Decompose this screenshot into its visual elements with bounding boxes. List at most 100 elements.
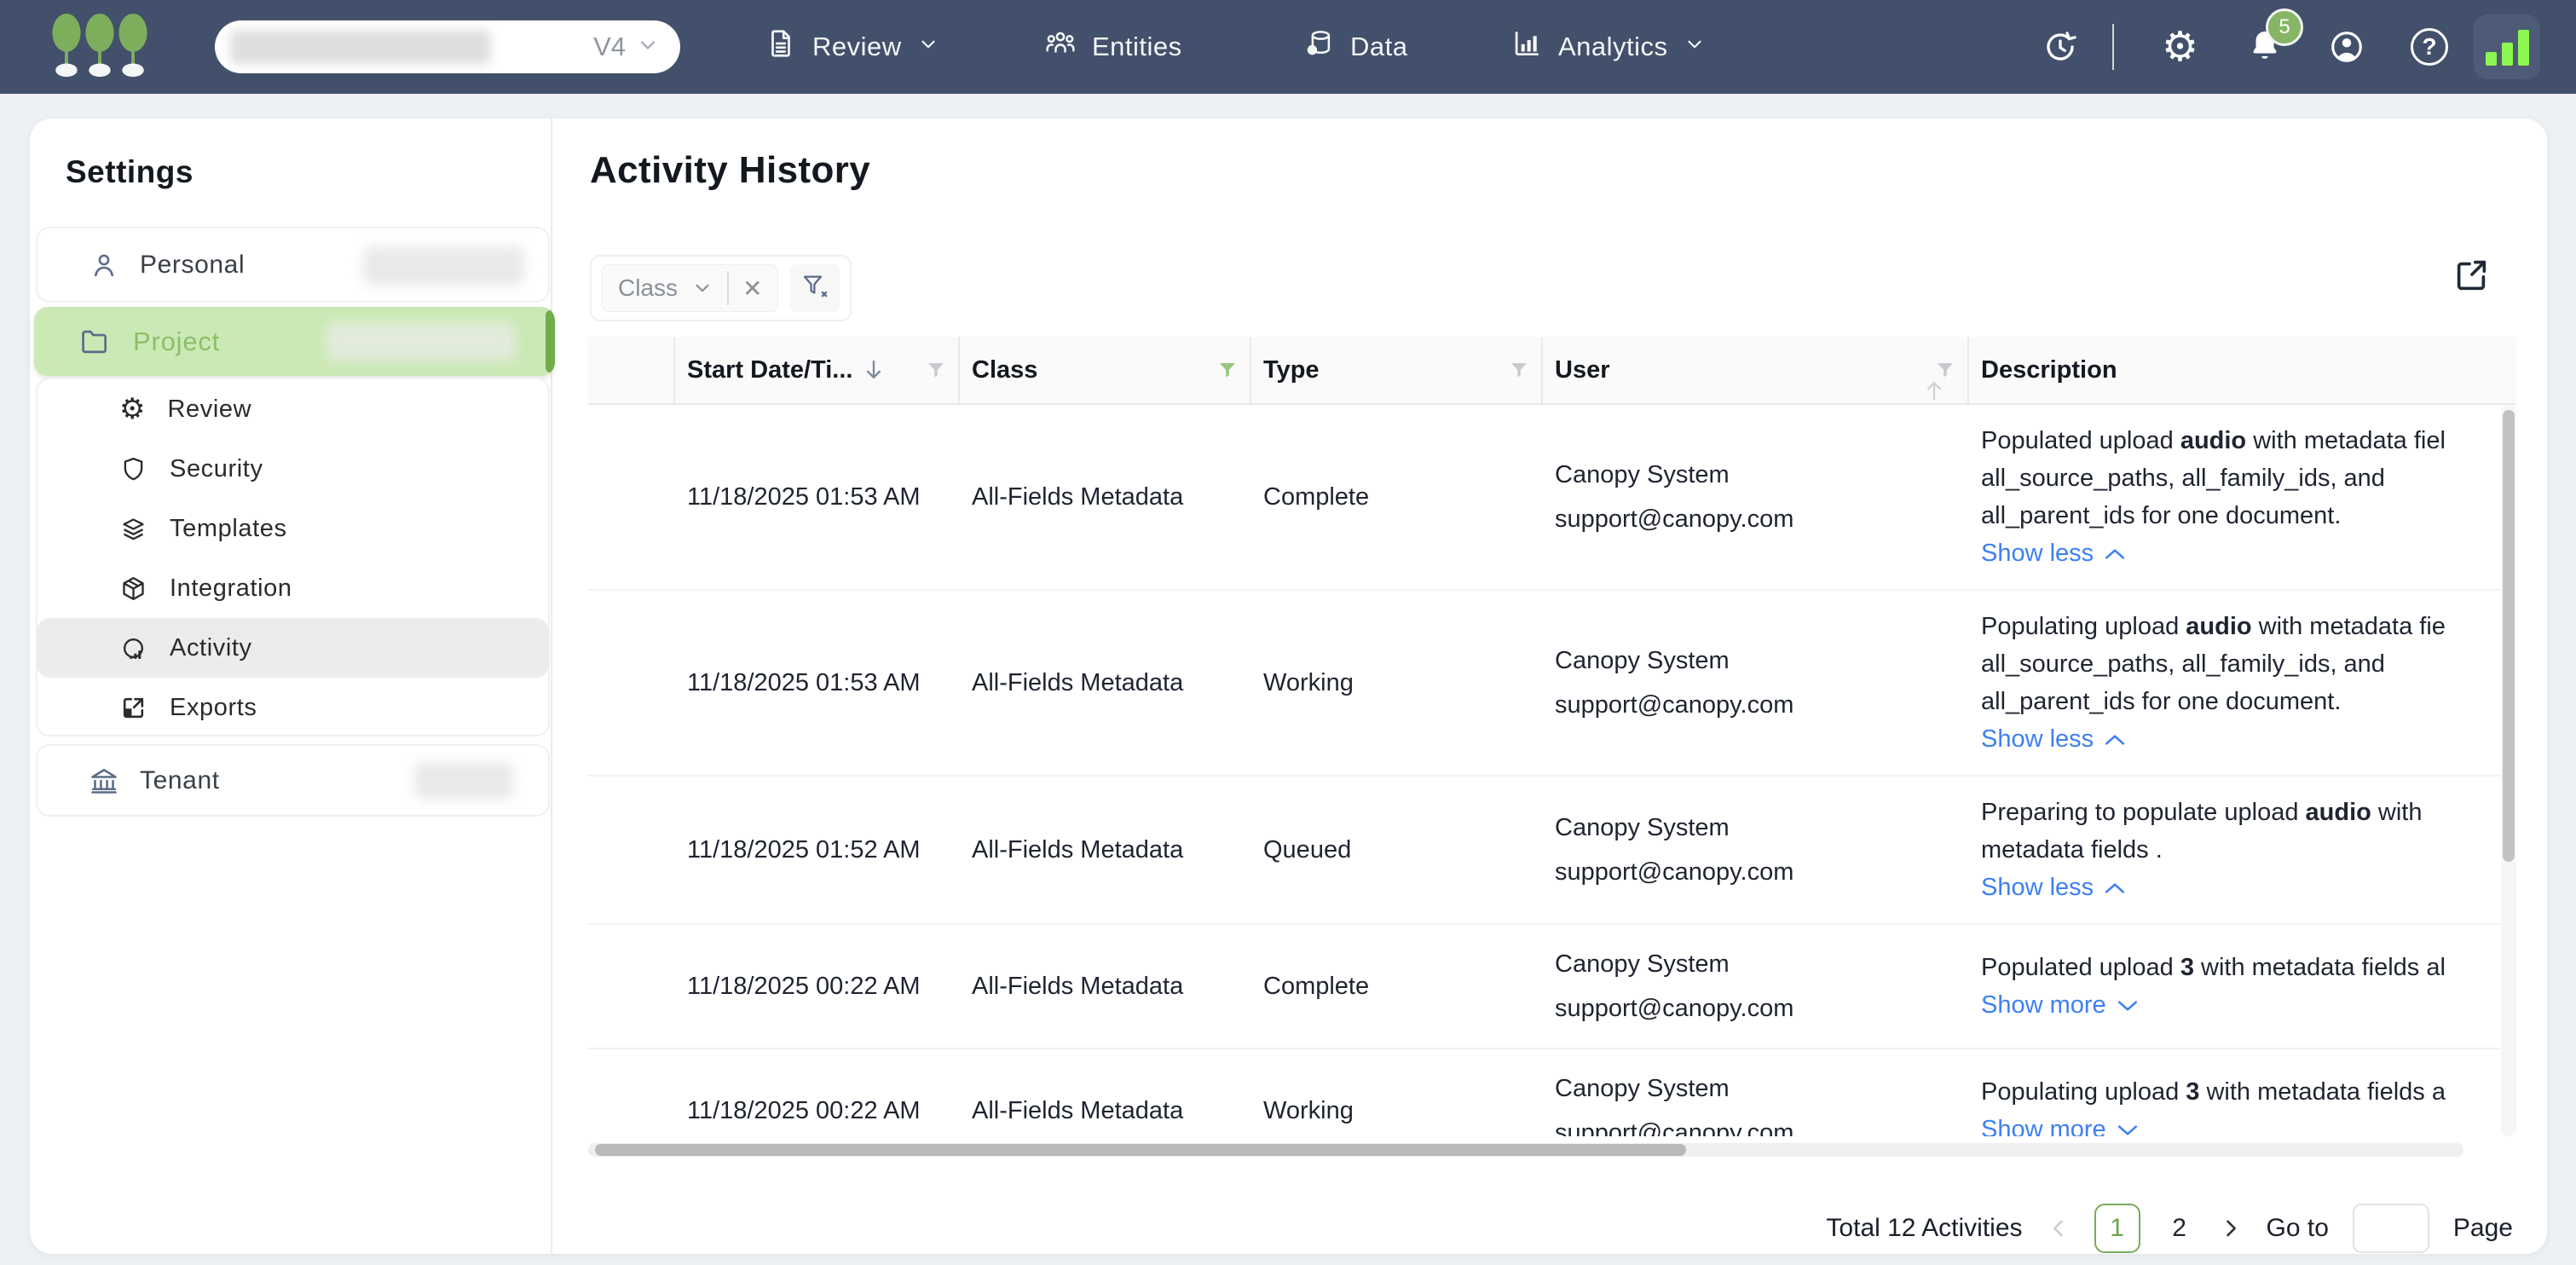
filter-funnel-icon[interactable]: [1509, 360, 1529, 380]
redacted-text: [326, 322, 516, 361]
column-label: User: [1555, 355, 1610, 384]
nav-analytics-label: Analytics: [1558, 32, 1668, 61]
row-start-date: 11/18/2025 01:52 AM: [687, 835, 921, 864]
show-more-link[interactable]: Show more: [1981, 1111, 2489, 1136]
table-row[interactable]: 11/18/2025 00:22 AM All-Fields Metadata …: [588, 925, 2516, 1049]
nav-analytics[interactable]: Analytics: [1510, 0, 1706, 94]
sort-descending-icon[interactable]: [861, 357, 887, 383]
table-row[interactable]: 11/18/2025 01:53 AM All-Fields Metadata …: [588, 591, 2516, 777]
vertical-scrollbar-thumb[interactable]: [2503, 410, 2515, 862]
canopy-logo[interactable]: [49, 0, 150, 94]
column-label: Description: [1981, 355, 2117, 384]
row-description: Populating upload 3 with metadata fields…: [1969, 1073, 2501, 1136]
column-header-start-date[interactable]: Start Date/Ti...: [675, 337, 960, 403]
row-user: Canopy System support@canopy.com: [1543, 806, 1969, 894]
table-row[interactable]: 11/18/2025 01:53 AM All-Fields Metadata …: [588, 405, 2516, 591]
activity-table: Start Date/Ti... Class Type User Descrip…: [588, 337, 2516, 1136]
share-export-icon: [2452, 260, 2491, 297]
user-email: support@canopy.com: [1555, 995, 1794, 1022]
sidebar-item-activity[interactable]: Activity: [38, 618, 548, 678]
description-line: all_parent_ids for one document.: [1981, 502, 2342, 529]
notification-count-badge: 5: [2266, 8, 2303, 46]
row-type: Working: [1263, 668, 1354, 696]
next-page-icon[interactable]: [2219, 1216, 2243, 1240]
content-card: Settings Personal Project ⚙ Review Secur…: [30, 118, 2547, 1254]
horizontal-scrollbar-thumb[interactable]: [595, 1144, 1686, 1156]
nav-entities[interactable]: Entities: [1044, 0, 1182, 94]
description-line: all_source_paths, all_family_ids, and: [1981, 465, 2385, 492]
show-more-link[interactable]: Show more: [1981, 986, 2489, 1024]
sidebar-item-tenant[interactable]: Tenant: [38, 746, 548, 815]
page-label: Page: [2452, 1214, 2513, 1242]
user-name: Canopy System: [1555, 814, 1730, 841]
close-icon[interactable]: ✕: [742, 274, 762, 303]
sidebar-item-security[interactable]: Security: [38, 439, 548, 499]
class-filter-chip[interactable]: Class ✕: [602, 264, 779, 312]
chevron-up-icon: [2104, 720, 2126, 758]
show-less-link[interactable]: Show less: [1981, 720, 2489, 758]
row-user: Canopy System support@canopy.com: [1543, 1066, 1969, 1136]
table-row[interactable]: 11/18/2025 01:52 AM All-Fields Metadata …: [588, 777, 2516, 925]
total-count-label: Total 12 Activities: [1826, 1214, 2023, 1242]
help-icon[interactable]: ?: [2411, 0, 2448, 94]
nav-entities-label: Entities: [1092, 32, 1182, 61]
user-avatar-icon[interactable]: [2329, 0, 2365, 94]
sidebar-item-project[interactable]: Project: [34, 307, 555, 376]
table-row[interactable]: 11/18/2025 00:22 AM All-Fields Metadata …: [588, 1049, 2516, 1136]
sidebar-item-label: Tenant: [140, 765, 220, 794]
column-header-class[interactable]: Class: [960, 337, 1251, 403]
horizontal-scrollbar[interactable]: [588, 1143, 2463, 1157]
notifications-bell-icon[interactable]: 5: [2247, 0, 2303, 94]
filter-funnel-icon-active[interactable]: [1217, 360, 1238, 380]
sort-ascending-icon[interactable]: [1901, 357, 1942, 401]
column-header-user[interactable]: User: [1543, 337, 1969, 403]
layers-icon: [119, 515, 147, 543]
row-description: Populated upload audio with metadata fie…: [1969, 422, 2501, 572]
page-button-1[interactable]: 1: [2094, 1204, 2140, 1253]
goto-page-input[interactable]: [2352, 1204, 2429, 1253]
page-title: Activity History: [590, 149, 871, 191]
shield-icon: [119, 455, 147, 483]
gear-icon[interactable]: ⚙: [2162, 0, 2198, 94]
sidebar-item-exports[interactable]: Exports: [38, 678, 548, 737]
activity-chart-icon: [119, 634, 147, 662]
previous-page-icon[interactable]: [2047, 1216, 2071, 1240]
nav-data[interactable]: Data: [1302, 0, 1407, 94]
description-line: all_source_paths, all_family_ids, and: [1981, 650, 2385, 678]
person-icon: [89, 250, 119, 280]
export-activities-button[interactable]: [2452, 255, 2491, 298]
chevron-down-icon[interactable]: [691, 277, 713, 299]
filter-funnel-icon[interactable]: [926, 360, 946, 380]
sidebar-title: Settings: [66, 154, 193, 189]
sidebar-item-personal[interactable]: Personal: [38, 228, 548, 301]
export-icon: [119, 694, 147, 722]
vertical-scrollbar[interactable]: [2501, 405, 2516, 1136]
database-icon: [1302, 27, 1335, 66]
project-search-box[interactable]: V4: [215, 20, 680, 73]
description-line: Populating upload 3 with metadata fields…: [1981, 1078, 2446, 1106]
history-clock-icon[interactable]: [2042, 0, 2078, 94]
user-name: Canopy System: [1555, 1075, 1730, 1102]
sidebar-item-templates[interactable]: Templates: [38, 499, 548, 558]
filter-field-label[interactable]: Class: [618, 274, 678, 302]
column-header-type[interactable]: Type: [1251, 337, 1543, 403]
package-icon: [119, 575, 147, 603]
sidebar-item-integration[interactable]: Integration: [38, 558, 548, 618]
show-less-link[interactable]: Show less: [1981, 869, 2489, 906]
show-less-link[interactable]: Show less: [1981, 534, 2489, 572]
chevron-down-icon[interactable]: [636, 33, 660, 61]
bar-chart-icon: [1510, 27, 1543, 66]
clear-filters-button[interactable]: [790, 264, 840, 312]
bank-icon: [89, 765, 119, 796]
page-button-2[interactable]: 2: [2164, 1214, 2195, 1243]
column-label: Start Date/Ti...: [687, 355, 853, 384]
sidebar-item-review[interactable]: ⚙ Review: [38, 379, 548, 439]
app-launcher-icon[interactable]: [2474, 14, 2540, 79]
sidebar-item-label: Integration: [170, 574, 292, 602]
nav-review[interactable]: Review: [765, 0, 939, 94]
row-class: All-Fields Metadata: [972, 972, 1184, 1000]
column-label: Type: [1263, 355, 1320, 384]
user-email: support@canopy.com: [1555, 858, 1794, 886]
column-header-description[interactable]: Description: [1969, 337, 2516, 403]
row-description: Populating upload audio with metadata fi…: [1969, 608, 2501, 758]
